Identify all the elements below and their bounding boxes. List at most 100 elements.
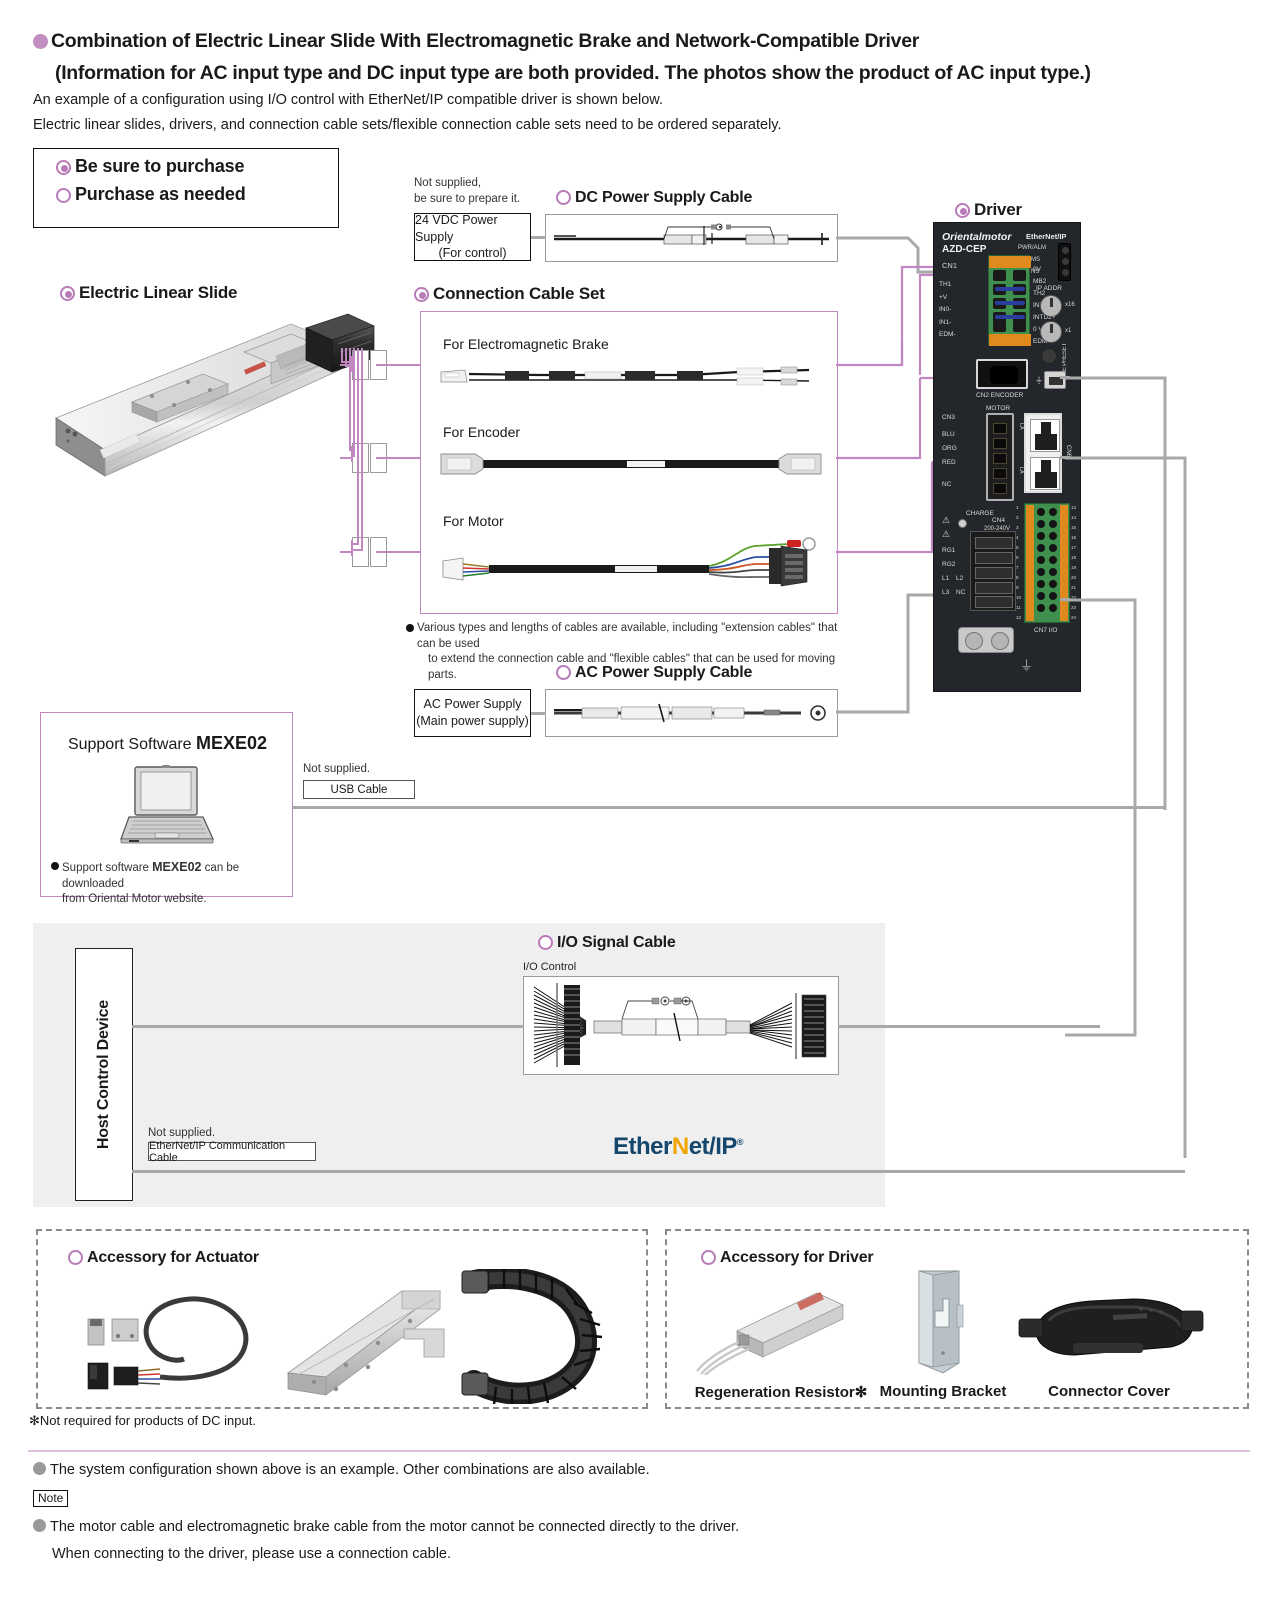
accessory-label-connector-cover: Connector Cover <box>1048 1383 1170 1400</box>
radio-filled-icon <box>414 287 429 302</box>
regeneration-resistor-image <box>696 1292 844 1375</box>
warning-icon: ⚠ <box>942 515 951 525</box>
page-title-line2: (Information for AC input type and DC in… <box>55 62 1091 84</box>
cn7-io-label: CN7 I/O <box>1034 627 1058 634</box>
bullet-dot-icon <box>406 624 414 632</box>
cable-label-motor: For Motor <box>443 513 504 529</box>
cn2-encoder-label: CN2 ENCODER <box>976 392 1024 399</box>
wire-cn7-to-io <box>1065 598 1137 1037</box>
usb-cable-box: USB Cable <box>303 780 415 799</box>
section-heading-accessory-for-actuator: Accessory for Actuator <box>68 1249 259 1267</box>
page-title-line1: Combination of Electric Linear Slide Wit… <box>33 30 1033 53</box>
footer-divider <box>28 1450 1250 1452</box>
cn2-encoder-port[interactable] <box>976 359 1028 389</box>
usb-port[interactable] <box>1044 371 1066 389</box>
cn7-io-pins <box>1026 505 1068 621</box>
cable-image-motor <box>442 537 816 587</box>
actuator-sensor-cable-image <box>87 1296 249 1390</box>
driver-network-label: EtherNet/IP <box>1026 232 1067 241</box>
ethernet-cable-box: EtherNet/IP Communication Cable <box>148 1140 316 1164</box>
page-subtitle-line1: An example of a configuration using I/O … <box>33 92 663 108</box>
wire-dc-box-to-cable <box>531 236 546 239</box>
bullet-gray-icon <box>33 1519 46 1532</box>
mounting-bracket-image <box>918 1270 964 1374</box>
asterisk-footnote: ✻Not required for products of DC input. <box>29 1413 256 1428</box>
section-heading-io-signal-cable: I/O Signal Cable <box>538 934 676 952</box>
usb-icon: ⏚ <box>1035 376 1043 385</box>
ip-addr-label: IP ADDR <box>1036 285 1062 292</box>
accessory-for-driver-box: Accessory for Driver Regeneration Resist… <box>665 1229 1249 1409</box>
led-indicators <box>1058 243 1071 281</box>
accessory-label-mounting-bracket: Mounting Bracket <box>879 1383 1007 1400</box>
actuator-cable-chain-image <box>461 1269 603 1404</box>
mexe02-box: Support Software MEXE02 Support software… <box>40 712 293 905</box>
footer-note-1: The system configuration shown above is … <box>33 1462 650 1478</box>
wire-host-to-io-cable <box>132 1025 524 1028</box>
radio-empty-icon <box>556 665 571 680</box>
section-heading-connection-cable-set: Connection Cable Set <box>414 284 605 304</box>
ground-terminal-plate <box>958 627 1014 653</box>
rotary-switch-x1[interactable] <box>1040 321 1062 343</box>
actuator-mounting-rail-image <box>286 1290 445 1396</box>
dc-not-supplied-note: Not supplied, be sure to prepare it. <box>414 177 521 205</box>
connector-cover-image <box>1018 1298 1204 1356</box>
radio-empty-icon <box>56 188 71 203</box>
page-subtitle-line2: Electric linear slides, drivers, and con… <box>33 117 782 133</box>
ethernet-ip-logo: EtherNet/IP® <box>613 1133 744 1160</box>
driver-module: Orientalmotor AZD-CEP EtherNet/IP CN1 TH… <box>933 222 1081 692</box>
wire-stub-usb <box>1060 376 1070 379</box>
radio-empty-icon <box>538 935 553 950</box>
radio-filled-icon <box>56 160 71 175</box>
charge-led <box>958 519 967 528</box>
connector-wire-stubs <box>340 364 420 553</box>
motor-label: MOTOR <box>986 405 1011 412</box>
radio-filled-icon <box>955 203 970 218</box>
host-control-device-label: Host Control Device <box>95 999 112 1150</box>
mexe02-note: Support software MEXE02 can be downloade… <box>51 859 291 908</box>
cn3-motor-connector[interactable] <box>986 413 1014 501</box>
connection-cable-set-box: For Electromagnetic Brake For Encoder Fo… <box>420 311 838 614</box>
wire-stub-cn7 <box>1060 598 1070 601</box>
ac-power-supply-cable-box <box>545 689 838 737</box>
wire-usb-bus <box>293 806 1165 809</box>
wire-io-cable-to-driver <box>838 1025 1100 1028</box>
rotary-switch-x16[interactable] <box>1040 295 1062 317</box>
footer-note-2: The motor cable and electromagnetic brak… <box>33 1519 739 1535</box>
dc-power-supply-cable-box <box>545 214 838 262</box>
section-heading-accessory-for-driver: Accessory for Driver <box>701 1249 874 1267</box>
cn1-terminal-block[interactable] <box>988 255 1031 346</box>
io-cable-image <box>533 983 827 1067</box>
cable-label-brake: For Electromagnetic Brake <box>443 336 609 352</box>
cn6-ethernet-ports[interactable] <box>1024 413 1062 493</box>
radio-empty-icon <box>68 1250 83 1265</box>
mexe02-title: Support Software MEXE02 <box>67 733 268 753</box>
earth-ground-icon: ⏚ <box>1020 658 1034 673</box>
bullet-dot-icon <box>51 862 59 870</box>
charge-label: CHARGE <box>966 510 994 517</box>
cn4-power-terminal[interactable] <box>970 531 1016 611</box>
wires-cable-set-upper <box>900 265 946 375</box>
section-heading-ac-power-supply-cable: AC Power Supply Cable <box>556 664 752 682</box>
host-control-device-box: Host Control Device <box>75 948 133 1201</box>
wire-stub-cn6 <box>1060 456 1070 459</box>
io-control-sublabel: I/O Control <box>523 961 577 973</box>
radio-filled-icon <box>60 286 75 301</box>
driver-model: AZD-CEP <box>942 244 987 255</box>
usb-not-supplied-note: Not supplied. <box>303 763 371 775</box>
section-heading-dc-power-supply-cable: DC Power Supply Cable <box>556 189 752 207</box>
cable-image-encoder <box>440 453 822 475</box>
wire-ac-cable-to-driver <box>836 593 946 714</box>
section-heading-driver: Driver <box>955 200 1022 220</box>
footer-note-3: When connecting to the driver, please us… <box>52 1546 452 1562</box>
wire-ethernet-bus <box>132 1170 1185 1173</box>
ac-power-supply-box: AC Power Supply (Main power supply) <box>414 689 531 737</box>
io-signal-cable-box <box>523 976 839 1075</box>
laptop-icon <box>120 765 215 844</box>
driver-cn1-label: CN1 <box>942 261 958 270</box>
note-badge: Note <box>33 1490 69 1507</box>
legend-required: Be sure to purchase <box>56 156 338 177</box>
cn7-left-pin-numbers: 1 2 3 4 5 6 7 8 9 10 11 12 <box>1016 505 1022 620</box>
motor-terminal-labels: BLU ORG RED NC <box>942 431 957 488</box>
home-preset-button[interactable] <box>1041 348 1057 364</box>
wire-ac-box-to-cable <box>531 712 546 715</box>
